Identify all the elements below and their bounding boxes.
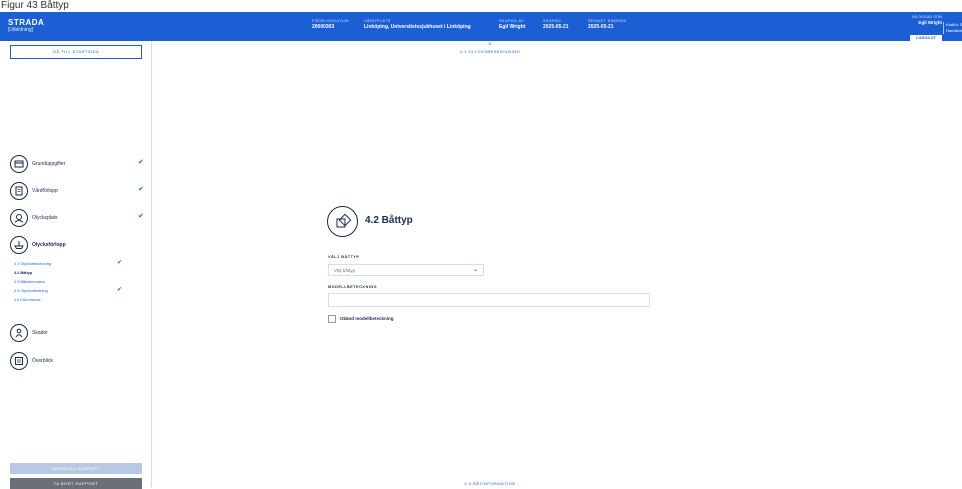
sidebar-item-grunduppgifter[interactable]: Grunduppgifter ✔: [10, 155, 150, 175]
meta-birthdate: FÖDELSEDATUM 20000303: [312, 18, 349, 31]
model-label: MODELLBETECKNING: [328, 285, 378, 289]
sidebar-item-label: Skador: [32, 330, 48, 336]
next-section-link[interactable]: 4.3 BÅTINFORMATION: [153, 481, 827, 486]
boat-icon: [10, 236, 28, 254]
login-panel: INLOGGAD SOM Egil Wright LOGGA UT: [910, 15, 942, 44]
meta-created-label: SKAPAD: [543, 19, 562, 23]
sub-item-olycksutredning[interactable]: 4.4 Olycksutredning: [14, 289, 48, 293]
meta-last-modified-label: SENAST ÄNDRAD: [588, 19, 627, 23]
card-icon: [10, 155, 28, 173]
brand[interactable]: STRADA [Utbildning]: [8, 18, 44, 33]
check-icon: ✔: [138, 213, 144, 220]
figure-caption: Figur 43 Båttyp: [0, 0, 962, 12]
top-bar: STRADA [Utbildning] FÖDELSEDATUM 2000030…: [0, 12, 962, 41]
archive-report-button[interactable]: ARKIVERA RAPPORT: [10, 463, 142, 474]
sidebar-item-olycksplats[interactable]: Olycksplats ✔: [10, 209, 150, 229]
overview-icon: [10, 352, 28, 370]
sidebar-item-skador[interactable]: Skador: [10, 324, 150, 344]
meta-birthdate-value: 20000303: [312, 24, 335, 30]
main-content: ^ 4.1 OLYCKSBESKRIVNING 4.2 Båttyp VÄLJ …: [153, 41, 962, 487]
sub-item-batinformation[interactable]: 4.3 Båtinformation: [14, 280, 45, 284]
meta-created-by-label: SKAPAD AV: [499, 19, 525, 23]
meta-care-location-label: VÅRDPLATS: [364, 19, 391, 23]
page-title: 4.2 Båttyp: [365, 215, 413, 226]
check-icon: ✔: [138, 159, 144, 166]
boat-type-icon: [327, 206, 358, 237]
person-icon: [10, 324, 28, 342]
login-label: INLOGGAD SOM: [912, 15, 942, 19]
meta-created-by: SKAPAD AV Egil Wright: [499, 18, 525, 31]
previous-section-link[interactable]: ^ 4.1 OLYCKSBESKRIVNING: [153, 43, 827, 54]
remove-report-button[interactable]: TA BORT RAPPORT: [10, 478, 142, 489]
meta-created-value: 2025-05-21: [543, 24, 569, 30]
document-icon: [10, 182, 28, 200]
map-icon: [10, 209, 28, 227]
right-info-help: Handledning: [946, 28, 962, 33]
meta-created: SKAPAD 2025-05-21: [543, 18, 569, 31]
go-to-start-button[interactable]: GÅ TILL STARTSIDA: [10, 45, 142, 59]
sidebar-item-olycksforlopp[interactable]: Olycksförlopp: [10, 236, 150, 256]
brand-name: STRADA: [8, 18, 45, 27]
meta-last-modified: SENAST ÄNDRAD 2025-05-21: [588, 18, 627, 31]
sidebar-item-label: Vårdförlopp: [32, 188, 58, 194]
sidebar-item-label: Grunduppgifter: [32, 161, 66, 167]
meta-care-location: VÅRDPLATS Linköping, Universitetssjukhus…: [364, 18, 471, 31]
meta-birthdate-label: FÖDELSEDATUM: [312, 19, 349, 23]
meta-last-modified-value: 2025-05-21: [588, 24, 614, 30]
meta-created-by-value: Egil Wright: [499, 24, 526, 30]
check-icon: ✔: [138, 186, 144, 193]
unknown-model-label[interactable]: Okänd modellbeteckning: [340, 316, 394, 321]
check-icon: ✔: [117, 287, 123, 293]
meta-care-location-value: Linköping, Universitetssjukhuset i Linkö…: [364, 24, 471, 30]
previous-section-label: 4.1 OLYCKSBESKRIVNING: [459, 49, 521, 54]
unknown-model-checkbox[interactable]: [328, 315, 336, 323]
sub-item-battyp[interactable]: 4.2 Båttyp: [14, 271, 32, 275]
sidebar: GÅ TILL STARTSIDA Grunduppgifter ✔ Vårdf…: [0, 41, 152, 489]
model-input[interactable]: [328, 293, 650, 307]
boat-type-select[interactable]: Välj båttyp ⌄: [328, 264, 484, 276]
sidebar-item-label: Olycksplats: [32, 215, 58, 221]
check-icon: ✔: [117, 260, 123, 266]
chevron-down-icon: ⌄: [472, 267, 478, 273]
sidebar-item-label: Överblick: [32, 358, 53, 364]
boat-type-select-value: Välj båttyp: [334, 268, 356, 273]
sidebar-item-overblick[interactable]: Överblick: [10, 352, 150, 372]
sidebar-item-label: Olycksförlopp: [32, 242, 66, 248]
sidebar-item-vardforlopp[interactable]: Vårdförlopp ✔: [10, 182, 150, 202]
right-info[interactable]: Kod/Id: STR Handledning: [943, 22, 962, 34]
sub-item-fall-ombord[interactable]: 4.5 Fall ombord: [14, 298, 40, 302]
login-user: Egil Wright: [918, 20, 942, 25]
boat-type-label: VÄLJ BÅTTYP: [328, 255, 360, 259]
sub-item-olycksbeskrivning[interactable]: 4.1 Olycksbeskrivning: [14, 262, 51, 266]
brand-subtitle: [Utbildning]: [8, 27, 34, 33]
